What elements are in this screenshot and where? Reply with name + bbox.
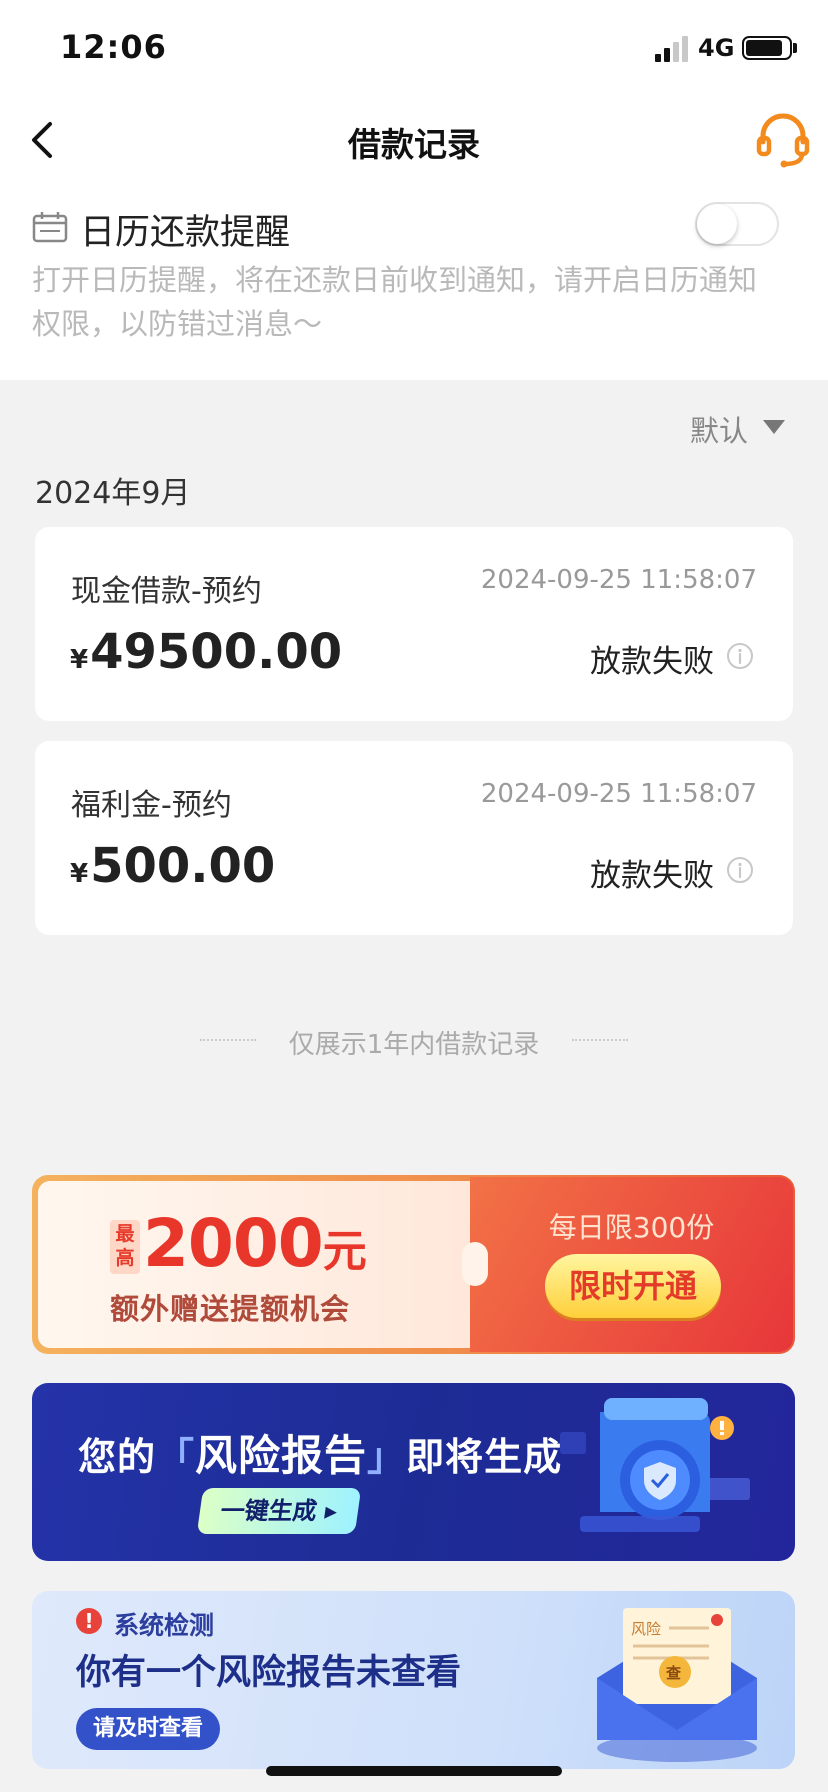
amount-value: 500.00: [90, 838, 276, 894]
amount-value: 49500.00: [90, 624, 343, 680]
record-amount: ¥49500.00: [70, 624, 342, 680]
info-icon[interactable]: [726, 856, 754, 884]
generate-button[interactable]: 一键生成 ▸: [196, 1488, 362, 1534]
max-tag: 最高: [110, 1220, 140, 1274]
page-title: 借款记录: [348, 125, 480, 164]
alert-icon: !: [76, 1608, 102, 1634]
record-amount: ¥500.00: [70, 838, 275, 894]
record-name: 现金借款-预约: [71, 574, 262, 609]
customer-service-icon[interactable]: [755, 112, 811, 168]
toggle-knob[interactable]: [697, 204, 737, 244]
shield-report-illustration: [560, 1398, 750, 1532]
risk-report-title: 您的「风险报告」即将生成: [78, 1431, 563, 1480]
status-time: 12:06: [60, 28, 167, 66]
daily-limit-text: 每日限300份: [548, 1211, 715, 1244]
system-check-label: 系统检测: [114, 1611, 215, 1640]
record-time: 2024-09-25 11:58:07: [480, 779, 757, 809]
dropdown-arrow-icon[interactable]: [763, 420, 785, 434]
sort-dropdown[interactable]: 默认: [690, 408, 748, 450]
currency-symbol: ¥: [70, 859, 89, 889]
record-status: 放款失败: [590, 858, 714, 894]
quota-subtitle: 额外赠送提额机会: [110, 1292, 351, 1326]
envelope-report-illustration: 风险 查: [597, 1608, 757, 1762]
activate-button[interactable]: 限时开通: [545, 1254, 721, 1318]
record-status: 放款失败: [590, 644, 714, 680]
banner-notch: [462, 1242, 488, 1286]
reminder-title: 日历还款提醒: [80, 213, 291, 253]
unviewed-report-title: 你有一个风险报告未查看: [76, 1653, 462, 1693]
home-indicator[interactable]: [266, 1766, 562, 1776]
calendar-icon: [32, 212, 68, 243]
reminder-description: 打开日历提醒，将在还款日前收到通知，请开启日历通知权限，以防错过消息～: [32, 263, 758, 341]
svg-text:风险: 风险: [631, 1620, 661, 1638]
signal-icon: [655, 36, 688, 62]
footer-note: 仅展示1年内借款记录: [288, 1030, 540, 1060]
quota-amount: 2000元: [143, 1205, 367, 1282]
battery-tip: [793, 43, 797, 53]
network-type: 4G: [698, 34, 735, 62]
record-name: 福利金-预约: [71, 788, 232, 823]
divider: [572, 1039, 628, 1041]
battery-level: [746, 40, 782, 56]
svg-text:查: 查: [666, 1664, 682, 1682]
month-header: 2024年9月: [35, 476, 191, 511]
view-now-button[interactable]: 请及时查看: [76, 1708, 220, 1750]
currency-symbol: ¥: [70, 645, 89, 675]
info-icon[interactable]: [726, 642, 754, 670]
record-time: 2024-09-25 11:58:07: [480, 565, 757, 595]
